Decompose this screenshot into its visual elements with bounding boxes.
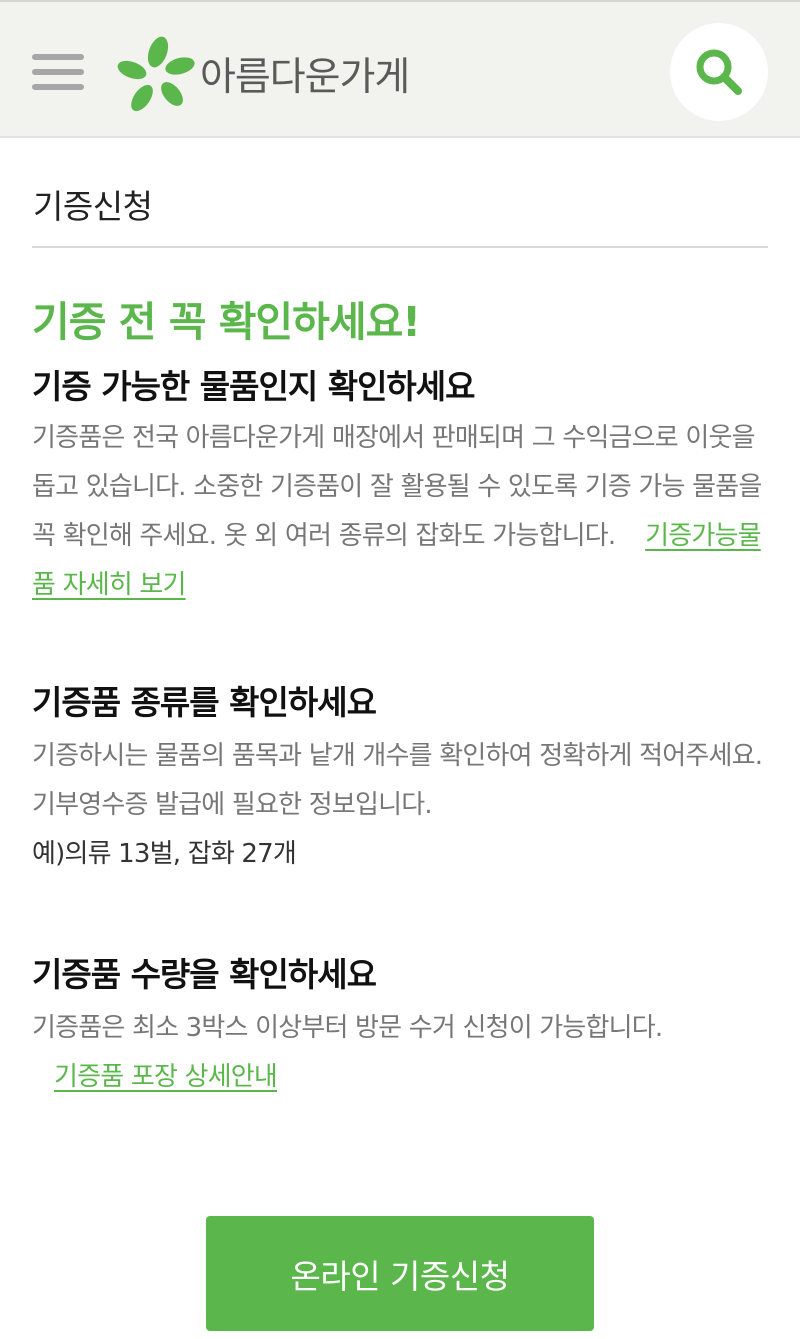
page-title: 기증신청 <box>33 187 153 226</box>
title-divider <box>32 246 768 248</box>
packaging-link-row: 기증품 포장 상세안내 <box>32 1053 770 1102</box>
section-body-item-types: 기증하시는 물품의 품목과 낱개 개수를 확인하여 정확하게 적어주세요. 기부… <box>32 732 770 879</box>
online-donation-apply-button[interactable]: 온라인 기증신청 <box>206 1216 594 1331</box>
section-title-item-types: 기증품 종류를 확인하세요 <box>32 683 377 722</box>
hamburger-menu-icon <box>32 54 84 60</box>
app-header: 아름다운가게 <box>0 0 800 138</box>
item-count-example: 예)의류 13벌, 잡화 27개 <box>32 839 297 869</box>
section-text: 기증하시는 물품의 품목과 낱개 개수를 확인하여 정확하게 적어주세요. 기부… <box>32 741 763 820</box>
hamburger-menu-button[interactable] <box>30 50 86 94</box>
brand-logo-text: 아름다운가게 <box>200 55 410 100</box>
section-body-item-quantity: 기증품은 최소 3박스 이상부터 방문 수거 신청이 가능합니다. 기증품 포장… <box>32 1004 770 1102</box>
packaging-guide-link[interactable]: 기증품 포장 상세안내 <box>54 1062 278 1092</box>
page: 아름다운가게 기증신청 기증 전 꼭 확인하세요! 기증 가능한 물품인지 확인… <box>0 0 800 1339</box>
leaf-logo-icon <box>117 36 195 112</box>
hamburger-menu-icon-bar <box>32 69 84 75</box>
hamburger-menu-icon-bar <box>32 84 84 90</box>
section-title-donatable-items: 기증 가능한 물품인지 확인하세요 <box>32 367 476 406</box>
search-icon <box>696 49 742 95</box>
section-text: 기증품은 최소 3박스 이상부터 방문 수거 신청이 가능합니다. <box>32 1013 663 1043</box>
section-body-donatable-items: 기증품은 전국 아름다운가게 매장에서 판매되며 그 수익금으로 이웃을 돕고 … <box>32 414 770 610</box>
brand-logo[interactable]: 아름다운가게 <box>116 32 410 116</box>
section-title-item-quantity: 기증품 수량을 확인하세요 <box>32 955 377 994</box>
search-button[interactable] <box>670 23 768 121</box>
notice-heading: 기증 전 꼭 확인하세요! <box>32 298 421 346</box>
